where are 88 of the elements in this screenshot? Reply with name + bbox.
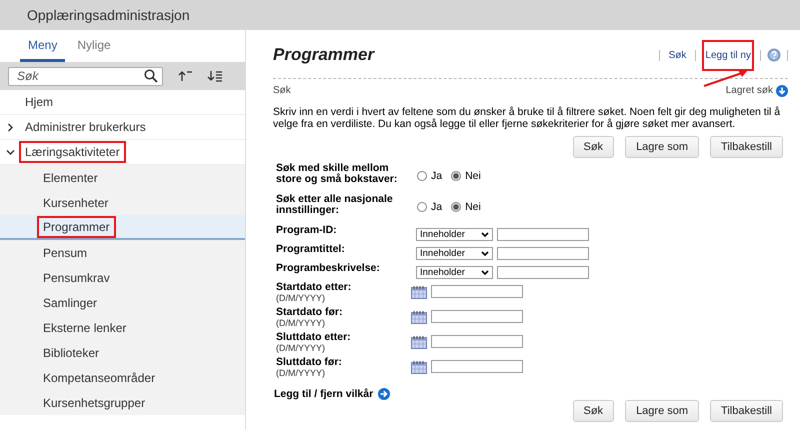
submenu-item[interactable]: Kursenhetsgrupper (0, 390, 245, 415)
section-label: Søk (273, 85, 291, 96)
dropdown-caret-icon (481, 270, 489, 276)
submenu-item[interactable]: Eksterne lenker (0, 315, 245, 340)
instructions-text: Skriv inn en verdi i hvert av feltene som du ønsker å bruke til å filtrere søket. Noen felt gir deg muligheten til å velge fra en verdiliste. Du kan også legge til eller fjerne søkekriterier for å gjøre søket mer avansert. (273, 106, 782, 130)
radio-label: Nei (465, 200, 481, 212)
submenu-item-label: Elementer (42, 170, 99, 186)
field-label: Søk etter alle nasjonale innstillinger: (276, 194, 394, 216)
text-input[interactable] (497, 228, 589, 241)
date-format-hint: (D/M/YYYY) (276, 368, 326, 379)
search-icon[interactable] (144, 69, 158, 83)
date-format-hint: (D/M/YYYY) (276, 318, 326, 329)
radio-label: Ja (431, 200, 442, 212)
field-label: Sluttdato før: (276, 357, 343, 368)
help-icon[interactable] (767, 48, 781, 62)
submenu-item[interactable]: Elementer (0, 165, 245, 190)
submenu-item-label: Biblioteker (42, 344, 100, 362)
submenu-item-label: Pensum (42, 244, 88, 262)
calendar-icon[interactable] (411, 284, 427, 298)
page-title: Programmer (273, 45, 374, 65)
calendar-icon[interactable] (411, 360, 427, 374)
submenu-item[interactable]: Kursenheter (0, 190, 245, 215)
radio-button[interactable] (417, 202, 427, 212)
sort-ascending-icon[interactable] (177, 70, 193, 82)
submenu-item[interactable]: Samlinger (0, 290, 245, 315)
action-button[interactable]: Tilbakestill (710, 400, 783, 422)
field-label: Sluttdato etter: (276, 332, 352, 343)
submenu-item[interactable]: Biblioteker (0, 340, 245, 365)
submenu-item[interactable]: Kompetanseområder (0, 365, 245, 390)
field-label: Programtittel: (276, 244, 346, 255)
submenu-item[interactable]: Pensum (0, 240, 245, 265)
submenu-item-label: Kursenhetsgrupper (42, 394, 146, 412)
field-label: Startdato før: (276, 307, 344, 318)
operator-dropdown[interactable]: Inneholder (416, 247, 493, 260)
search-input[interactable]: Søk (17, 69, 137, 83)
radio-button[interactable] (451, 170, 462, 180)
action-button[interactable]: Søk (572, 400, 614, 422)
date-input[interactable] (431, 360, 523, 373)
radio-label: Nei (465, 170, 481, 182)
add-remove-criteria-link[interactable]: Legg til / fjern vilkår (274, 388, 374, 400)
submenu-item[interactable]: Programmer (0, 215, 245, 240)
menu-item-label: Læringsaktiviteter (19, 141, 126, 163)
submenu-item-label: Kompetanseområder (42, 370, 156, 386)
arrow-down-circle-icon[interactable] (776, 84, 788, 96)
field-label: Programbeskrivelse: (276, 263, 381, 274)
sort-descending-icon[interactable] (207, 70, 223, 82)
dropdown-caret-icon (481, 232, 489, 238)
header-link[interactable]: Søk (666, 46, 690, 64)
sidebar-tab[interactable]: Nylige (69, 30, 119, 62)
saved-search-link[interactable]: Lagret søk (726, 85, 773, 96)
menu-item[interactable]: Administrer brukerkurs (0, 115, 245, 140)
submenu-item-label: Samlinger (42, 294, 98, 312)
radio-button[interactable] (451, 202, 462, 212)
field-label: Program-ID: (276, 225, 338, 236)
menu-item-label: Hjem (24, 94, 54, 111)
arrow-right-circle-icon[interactable] (378, 388, 390, 400)
action-button[interactable]: Lagre som (625, 136, 700, 158)
menu-item-label: Administrer brukerkurs (24, 119, 147, 136)
action-button[interactable]: Lagre som (625, 400, 700, 422)
date-format-hint: (D/M/YYYY) (276, 293, 326, 304)
calendar-icon[interactable] (411, 310, 427, 324)
submenu-item[interactable]: Pensumkrav (0, 265, 245, 290)
radio-button[interactable] (417, 170, 427, 180)
date-format-hint: (D/M/YYYY) (276, 343, 326, 354)
action-button[interactable]: Tilbakestill (710, 136, 783, 158)
submenu-item-label: Kursenheter (42, 194, 110, 212)
text-input[interactable] (497, 266, 589, 279)
operator-dropdown[interactable]: Inneholder (416, 228, 493, 241)
submenu-item-label: Pensumkrav (42, 270, 111, 286)
radio-label: Ja (431, 170, 442, 182)
dropdown-caret-icon (481, 250, 489, 256)
field-label: Startdato etter: (276, 282, 352, 293)
submenu-item-label: Programmer (37, 216, 116, 238)
date-input[interactable] (431, 335, 523, 348)
app-title: Opplæringsadministrasjon (27, 7, 190, 23)
chevron-right-icon[interactable] (6, 123, 15, 132)
field-label: Søk med skille mellom store og små bokstaver: (276, 163, 398, 185)
action-button[interactable]: Søk (572, 136, 614, 158)
operator-dropdown[interactable]: Inneholder (416, 266, 493, 279)
search-field[interactable]: Søk (8, 66, 163, 86)
chevron-down-icon[interactable] (6, 148, 15, 157)
date-input[interactable] (431, 285, 523, 298)
calendar-icon[interactable] (411, 334, 427, 348)
submenu-item-label: Eksterne lenker (42, 320, 128, 336)
menu-item[interactable]: Hjem (0, 90, 245, 115)
date-input[interactable] (431, 310, 523, 323)
header-link[interactable]: Legg til ny (702, 40, 754, 70)
text-input[interactable] (497, 247, 589, 260)
